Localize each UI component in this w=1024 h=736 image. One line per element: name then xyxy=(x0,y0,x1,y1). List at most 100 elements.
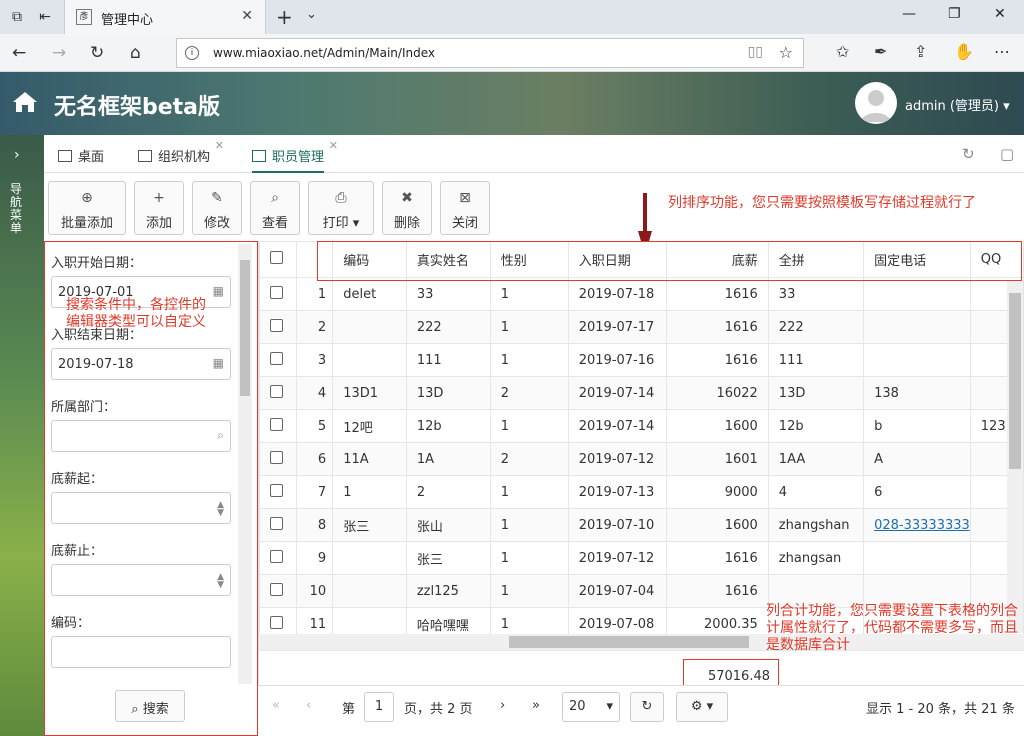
close-tab-icon[interactable]: ✕ xyxy=(241,8,253,24)
batch-add-button[interactable]: ⊕ 批量添加 xyxy=(48,181,126,235)
browser-tab[interactable]: 彥 管理中心 ✕ xyxy=(64,0,266,34)
tab-list-chevron-icon[interactable]: ⌄ xyxy=(306,7,317,22)
minimize-icon[interactable]: — xyxy=(902,6,916,22)
refresh-grid-button[interactable]: ↻ xyxy=(630,692,664,722)
row-select-cell[interactable] xyxy=(258,409,298,443)
table-row[interactable]: 1 delet 33 1 2019-07-18 1616 33 xyxy=(258,277,1024,311)
grid-settings-button[interactable]: ⚙ ▾ xyxy=(676,692,728,722)
share-icon[interactable]: ⇪ xyxy=(914,42,927,61)
favorite-star-icon[interactable]: ☆ xyxy=(779,43,793,62)
scroll-thumb[interactable] xyxy=(240,260,250,396)
table-row[interactable]: 6 11A 1A 2 2019-07-12 1601 1AA A xyxy=(258,442,1024,476)
close-button[interactable]: ⊠ 关闭 xyxy=(440,181,490,235)
refresh-icon[interactable]: ↻ xyxy=(90,43,104,63)
home-icon[interactable] xyxy=(12,91,38,113)
tab-desktop[interactable]: 桌面 xyxy=(58,135,104,173)
first-page-icon[interactable]: « xyxy=(272,698,280,713)
grid-vertical-scrollbar[interactable] xyxy=(1007,281,1023,633)
calendar-icon[interactable]: ▦ xyxy=(213,356,224,370)
reload-tab-icon[interactable]: ↻ xyxy=(962,145,975,163)
table-row[interactable]: 3 111 1 2019-07-16 1616 111 xyxy=(258,343,1024,377)
table-row[interactable]: 7 1 2 1 2019-07-13 9000 4 6 xyxy=(258,475,1024,509)
row-select-cell[interactable] xyxy=(258,277,298,311)
column-header[interactable]: 固定电话 xyxy=(863,241,971,278)
more-icon[interactable]: ⋯ xyxy=(994,42,1010,61)
salary-max-stepper[interactable]: ▲ ▼ xyxy=(51,564,231,596)
search-icon[interactable]: ⌕ xyxy=(217,428,224,443)
maximize-icon[interactable]: ❐ xyxy=(948,6,961,22)
row-select-cell[interactable] xyxy=(258,442,298,476)
table-row[interactable]: 5 12吧 12b 1 2019-07-14 1600 12b b 123 xyxy=(258,409,1024,443)
expand-sidebar-icon[interactable]: › xyxy=(14,147,20,163)
print-button[interactable]: ⎙ 打印 ▾ xyxy=(308,181,374,235)
row-checkbox[interactable] xyxy=(270,384,283,398)
extension-icon[interactable]: ✋ xyxy=(954,42,974,61)
calendar-icon[interactable]: ▦ xyxy=(213,284,224,298)
delete-button[interactable]: ✖ 删除 xyxy=(382,181,432,235)
row-checkbox[interactable] xyxy=(270,549,283,563)
page-input[interactable]: 1 xyxy=(364,692,394,722)
close-window-icon[interactable]: ✕ xyxy=(994,6,1006,22)
row-checkbox[interactable] xyxy=(270,450,283,464)
stepper-icon[interactable]: ▲ ▼ xyxy=(217,573,224,590)
table-row[interactable]: 8 张三 张山 1 2019-07-10 1600 zhangshan 028-3333333… xyxy=(258,508,1024,542)
row-checkbox[interactable] xyxy=(270,318,283,332)
forward-icon[interactable]: → xyxy=(52,43,66,63)
row-checkbox[interactable] xyxy=(270,351,283,365)
end-date-field[interactable]: 2019-07-18 ▦ xyxy=(51,348,231,380)
phone-link[interactable]: 028-33333333 xyxy=(874,518,969,533)
back-icon[interactable]: ← xyxy=(12,43,26,63)
add-button[interactable]: + 添加 xyxy=(134,181,184,235)
pen-icon[interactable]: ✒ xyxy=(874,42,887,61)
row-checkbox[interactable] xyxy=(270,483,283,497)
column-header[interactable]: QQ xyxy=(969,241,1024,278)
column-header[interactable]: 真实姓名 xyxy=(405,241,491,278)
select-all-cell[interactable] xyxy=(258,241,298,278)
column-header[interactable]: 底薪 xyxy=(666,241,769,278)
row-checkbox[interactable] xyxy=(270,615,283,629)
salary-min-stepper[interactable]: ▲ ▼ xyxy=(51,492,231,524)
column-header[interactable]: 全拼 xyxy=(767,241,865,278)
tab-staff[interactable]: 职员管理 ✕ xyxy=(252,135,338,173)
filter-scrollbar[interactable] xyxy=(238,244,252,684)
department-field[interactable]: ⌕ xyxy=(51,420,231,452)
tab-organization[interactable]: 组织机构 ✕ xyxy=(138,135,224,173)
row-select-cell[interactable] xyxy=(258,343,298,377)
fullscreen-icon[interactable]: ▢ xyxy=(1000,145,1014,163)
scroll-thumb[interactable] xyxy=(1009,293,1021,469)
new-tab-icon[interactable]: + xyxy=(276,5,293,29)
column-header[interactable]: 编码 xyxy=(332,241,407,278)
user-menu[interactable]: admin (管理员) ▾ xyxy=(905,95,1010,114)
tab-actions-icon[interactable]: ⧉ xyxy=(8,8,26,26)
row-select-cell[interactable] xyxy=(258,541,298,575)
table-row[interactable]: 2 222 1 2019-07-17 1616 222 xyxy=(258,310,1024,344)
search-button[interactable]: ⌕ 搜索 xyxy=(115,690,185,722)
row-checkbox[interactable] xyxy=(270,582,283,596)
close-tab-icon[interactable]: ✕ xyxy=(215,139,224,152)
edit-button[interactable]: ✎ 修改 xyxy=(192,181,242,235)
table-row[interactable]: 4 13D1 13D 2 2019-07-14 16022 13D 138 xyxy=(258,376,1024,410)
last-page-icon[interactable]: » xyxy=(532,698,540,713)
avatar[interactable] xyxy=(855,82,897,124)
row-checkbox[interactable] xyxy=(270,417,283,431)
row-select-cell[interactable] xyxy=(258,475,298,509)
select-all-checkbox[interactable] xyxy=(270,251,283,264)
close-tab-icon[interactable]: ✕ xyxy=(329,139,338,152)
info-icon[interactable]: i xyxy=(185,46,199,60)
scroll-thumb[interactable] xyxy=(509,636,749,648)
prev-page-icon[interactable]: ‹ xyxy=(306,698,311,713)
favorites-icon[interactable]: ✩ xyxy=(836,42,849,61)
page-size-select[interactable]: 20 ▾ xyxy=(562,692,620,722)
url-field[interactable]: i www.miaoxiao.net/Admin/Main/Index ▯▯ ☆ xyxy=(176,38,804,68)
table-row[interactable]: 9 张三 1 2019-07-12 1616 zhangsan xyxy=(258,541,1024,575)
column-header[interactable]: 入职日期 xyxy=(567,241,668,278)
row-select-cell[interactable] xyxy=(258,310,298,344)
code-field[interactable] xyxy=(51,636,231,668)
row-select-cell[interactable] xyxy=(258,508,298,542)
home-icon[interactable]: ⌂ xyxy=(130,43,141,63)
row-checkbox[interactable] xyxy=(270,285,283,299)
row-checkbox[interactable] xyxy=(270,516,283,530)
row-select-cell[interactable] xyxy=(258,376,298,410)
reading-view-icon[interactable]: ▯▯ xyxy=(748,44,763,60)
row-select-cell[interactable] xyxy=(258,574,298,608)
